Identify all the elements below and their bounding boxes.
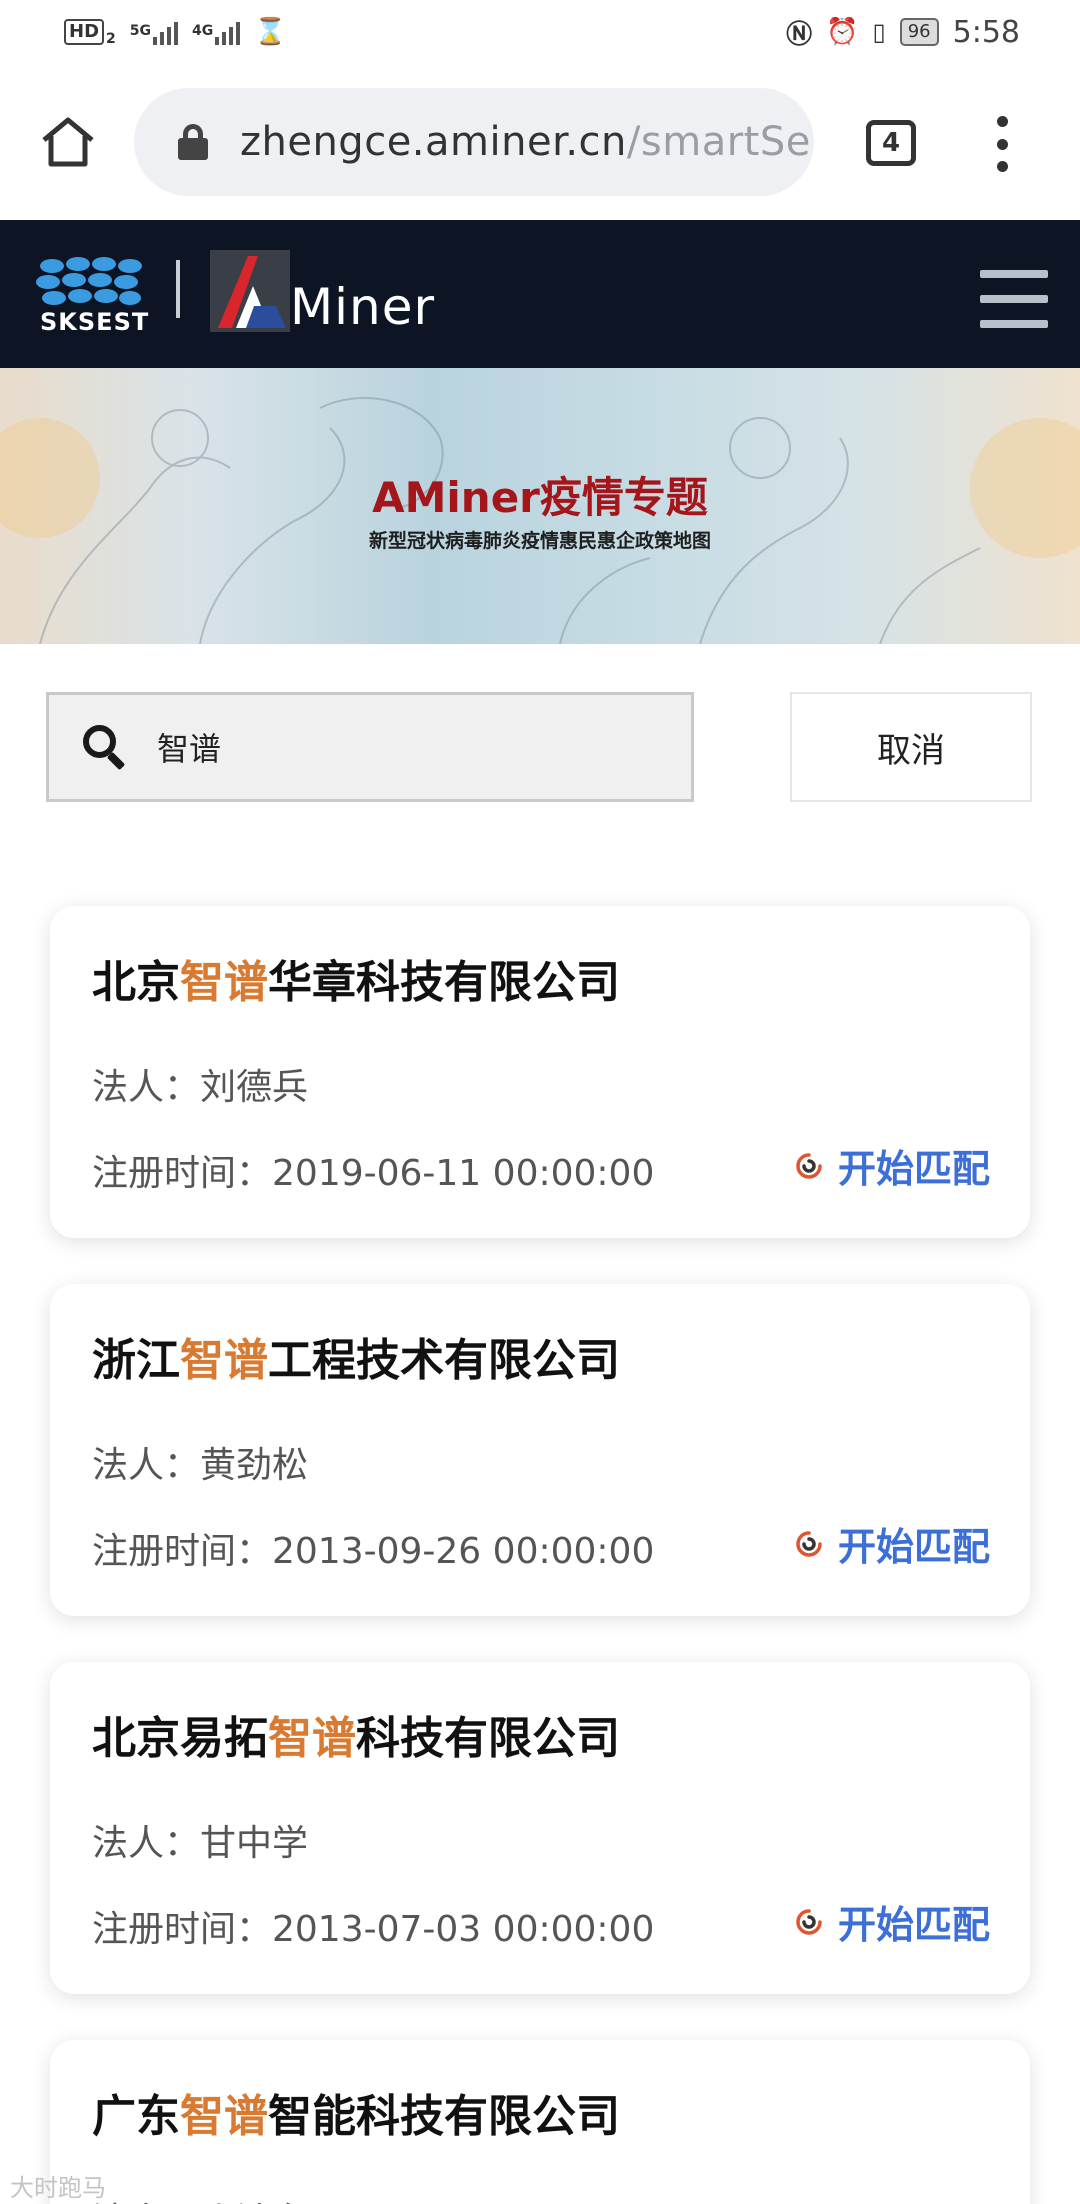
tab-switcher-button[interactable]: 4 — [866, 120, 916, 166]
clock: 5:58 — [952, 14, 1020, 50]
banner-subtitle: 新型冠状病毒肺炎疫情惠民惠企政策地图 — [368, 530, 711, 552]
app-header: SKSEST Miner — [0, 220, 1080, 368]
signal-icon — [153, 19, 178, 45]
url-path: /smartSe — [626, 119, 811, 165]
registration-date: 注册时间：2019-06-11 00:00:00 — [92, 1153, 655, 1194]
result-card[interactable]: 广东智谱智能科技有限公司 法人：张浩东 — [50, 2040, 1030, 2204]
search-input[interactable]: 智谱 — [157, 724, 221, 770]
hd-sub: 2 — [106, 31, 116, 47]
watermark: 大时跑马 — [10, 2174, 106, 2202]
start-match-label: 开始匹配 — [838, 1147, 991, 1191]
signal-5g-label: 5G — [129, 23, 151, 39]
home-icon[interactable] — [40, 116, 96, 168]
address-bar[interactable]: zhengce.aminer.cn/smartSe — [134, 88, 814, 196]
registration-date: 注册时间：2013-09-26 00:00:00 — [92, 1531, 655, 1572]
overflow-menu-icon[interactable] — [990, 116, 1014, 172]
lock-icon — [178, 124, 208, 160]
start-match-link[interactable]: 开始匹配 — [794, 1894, 990, 1949]
legal-person: 法人：黄劲松 — [92, 1445, 309, 1486]
result-card[interactable]: 北京智谱华章科技有限公司 法人：刘德兵 注册时间：2019-06-11 00:0… — [50, 906, 1030, 1238]
alarm-icon: ⏰ — [826, 17, 859, 47]
battery-icon: 96 — [899, 18, 939, 46]
signal-icon-2 — [215, 19, 241, 45]
start-match-label: 开始匹配 — [838, 1903, 991, 1947]
legal-person: 法人：张浩东 — [92, 2192, 308, 2204]
company-name[interactable]: 浙江智谱工程技术有限公司 — [92, 1324, 620, 1388]
status-bar: HD 2 5G 4G ⌛ Ⓝ ⏰ ▯ 96 5:58 — [0, 0, 1080, 64]
status-right: Ⓝ ⏰ ▯ 96 5:58 — [786, 14, 1020, 51]
start-match-link[interactable]: 开始匹配 — [794, 1138, 990, 1193]
legal-person: 法人：甘中学 — [92, 1823, 309, 1864]
search-field[interactable]: 智谱 — [46, 692, 694, 802]
topic-banner: AMiner疫情专题 新型冠状病毒肺炎疫情惠民惠企政策地图 — [0, 368, 1080, 644]
sksest-logo-text: SKSEST — [40, 308, 150, 336]
page: HD 2 5G 4G ⌛ Ⓝ ⏰ ▯ 96 5:58 zhengce.amine… — [0, 0, 1080, 2204]
header-divider — [176, 260, 180, 318]
match-spiral-icon — [796, 1530, 822, 1557]
company-name-suffix: 智能科技有限公司 — [268, 2091, 620, 2142]
browser-toolbar: zhengce.aminer.cn/smartSe 4 — [0, 84, 1080, 200]
company-name[interactable]: 广东智谱智能科技有限公司 — [92, 2080, 620, 2144]
url-text: zhengce.aminer.cn/smartSe — [240, 119, 811, 165]
company-name-suffix: 华章科技有限公司 — [268, 957, 620, 1008]
search-icon — [83, 725, 127, 771]
hd-badge: HD — [64, 19, 105, 45]
legal-person: 法人：刘德兵 — [92, 1067, 309, 1108]
start-match-link[interactable]: 开始匹配 — [794, 1516, 990, 1571]
hamburger-menu-icon[interactable] — [980, 270, 1048, 328]
company-name-suffix: 工程技术有限公司 — [268, 1335, 620, 1386]
match-spiral-icon — [796, 1152, 822, 1179]
aminer-logo-text: Miner — [290, 278, 436, 336]
company-name-match: 智谱 — [180, 957, 268, 1008]
company-name[interactable]: 北京易拓智谱科技有限公司 — [92, 1702, 620, 1766]
result-card[interactable]: 浙江智谱工程技术有限公司 法人：黄劲松 注册时间：2013-09-26 00:0… — [50, 1284, 1030, 1616]
vibrate-icon: ▯ — [872, 18, 886, 46]
match-spiral-icon — [796, 1908, 822, 1935]
cancel-button[interactable]: 取消 — [790, 692, 1032, 802]
company-name[interactable]: 北京智谱华章科技有限公司 — [92, 946, 620, 1010]
company-name-match: 智谱 — [268, 1713, 356, 1764]
url-host: zhengce.aminer.cn — [240, 119, 627, 165]
result-card[interactable]: 北京易拓智谱科技有限公司 法人：甘中学 注册时间：2013-07-03 00:0… — [50, 1662, 1030, 1994]
company-name-prefix: 浙江 — [92, 1335, 180, 1386]
company-name-prefix: 北京易拓 — [92, 1713, 268, 1764]
nfc-icon: Ⓝ — [786, 19, 813, 50]
company-name-match: 智谱 — [180, 2091, 268, 2142]
banner-title: AMiner疫情专题 — [372, 473, 708, 522]
company-name-match: 智谱 — [180, 1335, 268, 1386]
aminer-logo-icon — [210, 250, 290, 332]
company-name-prefix: 北京 — [92, 957, 180, 1008]
company-name-suffix: 科技有限公司 — [356, 1713, 620, 1764]
start-match-label: 开始匹配 — [838, 1525, 991, 1569]
hourglass-icon: ⌛ — [254, 17, 287, 47]
signal-4g-label: 4G — [192, 23, 214, 39]
company-name-prefix: 广东 — [92, 2091, 180, 2142]
status-left: HD 2 5G 4G ⌛ — [64, 17, 287, 47]
registration-date: 注册时间：2013-07-03 00:00:00 — [92, 1909, 655, 1950]
